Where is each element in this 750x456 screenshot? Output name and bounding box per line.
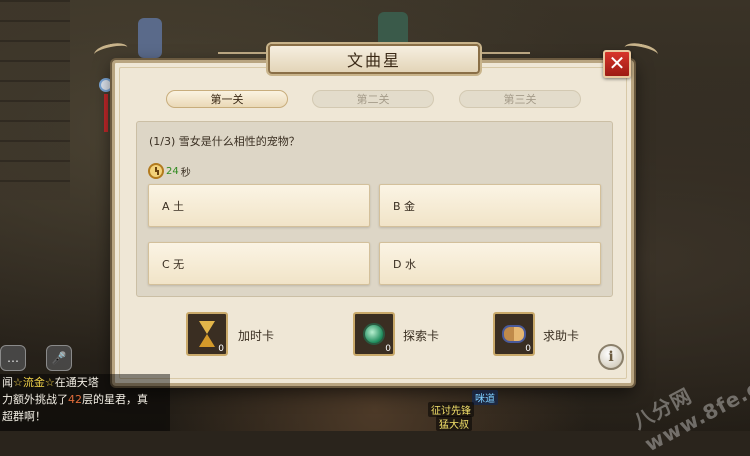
chat-text: 超群啊！ — [2, 410, 46, 423]
background-wall — [0, 0, 70, 200]
orb-icon — [363, 323, 385, 345]
chat-text: 层的星君，真 — [82, 393, 148, 406]
item-count: 0 — [525, 344, 531, 354]
microphone-icon[interactable]: 🎤 — [46, 345, 72, 371]
chat-log: 闻☆流金☆在通天塔 力额外挑战了42层的星君，真 超群啊！ — [0, 374, 170, 431]
answer-option-b[interactable]: B 金 — [379, 184, 601, 227]
background-character — [138, 18, 162, 58]
handshake-icon — [502, 325, 526, 343]
hourglass-icon — [199, 321, 215, 347]
alarm-clock-icon — [148, 163, 164, 179]
item-count: 0 — [385, 344, 391, 354]
answer-option-c[interactable]: C 无 — [148, 242, 370, 285]
close-button[interactable]: ✕ — [603, 50, 631, 78]
chat-floor-number: 42 — [68, 393, 82, 406]
explore-card-label: 探索卡 — [403, 329, 440, 343]
player-name: 猛大叔 — [436, 416, 472, 431]
title-decoration — [218, 52, 268, 66]
tab-stage-1[interactable]: 第一关 — [166, 90, 288, 108]
answer-option-a[interactable]: A 土 — [148, 184, 370, 227]
chat-text: 在通天塔 — [54, 376, 99, 389]
item-count: 0 — [218, 344, 224, 354]
chat-player-name[interactable]: ☆流金☆ — [13, 376, 55, 389]
answer-option-d[interactable]: D 水 — [379, 242, 601, 285]
explore-card-button[interactable]: 0 — [353, 312, 395, 356]
help-card-button[interactable]: 0 — [493, 312, 535, 356]
chat-bubble-icon[interactable]: … — [0, 345, 26, 371]
countdown-timer: 24 秒 — [148, 163, 191, 179]
player-title: 征讨先锋 — [428, 402, 474, 417]
time-card-label: 加时卡 — [238, 329, 275, 343]
question-text: (1/3) 雪女是什么相性的宠物？ — [149, 135, 300, 148]
title-decoration — [480, 52, 530, 66]
chat-text: 力额外挑战了 — [2, 393, 68, 406]
info-button[interactable]: i — [598, 344, 624, 370]
time-card-button[interactable]: 0 — [186, 312, 228, 356]
timer-unit: 秒 — [180, 167, 191, 179]
player-tag: 咪道 — [472, 390, 498, 405]
chat-text: 闻 — [2, 376, 13, 389]
tab-stage-3[interactable]: 第三关 — [459, 90, 581, 108]
tab-stage-2[interactable]: 第二关 — [312, 90, 434, 108]
timer-value: 24 — [166, 165, 179, 177]
dialog-title: 文曲星 — [268, 44, 480, 74]
help-card-label: 求助卡 — [543, 329, 580, 343]
